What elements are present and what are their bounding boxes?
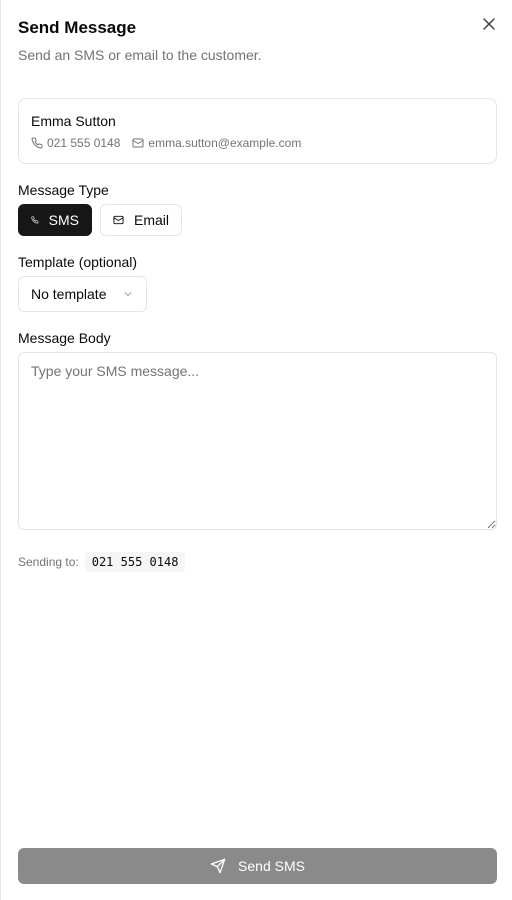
customer-email: emma.sutton@example.com	[132, 136, 301, 150]
send-icon	[210, 858, 226, 874]
template-select-value: No template	[31, 286, 107, 302]
sms-type-label: SMS	[48, 212, 79, 228]
sending-to-value: 021 555 0148	[84, 552, 186, 572]
dialog-subtitle: Send an SMS or email to the customer.	[18, 47, 262, 63]
message-body-label: Message Body	[18, 330, 111, 346]
phone-icon	[31, 216, 39, 224]
template-select[interactable]: No template	[18, 276, 147, 312]
customer-phone-text: 021 555 0148	[47, 136, 121, 150]
customer-name: Emma Sutton	[31, 113, 116, 129]
message-type-label: Message Type	[18, 182, 109, 198]
mail-icon	[113, 215, 124, 225]
email-type-button[interactable]: Email	[100, 204, 182, 236]
customer-card: Emma Sutton 021 555 0148 emma.sutton@exa…	[18, 98, 497, 164]
phone-icon	[31, 137, 43, 149]
chevron-down-icon	[124, 292, 132, 296]
customer-contact-row: 021 555 0148 emma.sutton@example.com	[31, 136, 313, 150]
sms-type-button[interactable]: SMS	[18, 204, 92, 236]
customer-phone: 021 555 0148	[31, 136, 120, 150]
send-message-dialog: Send Message Send an SMS or email to the…	[0, 0, 512, 900]
close-button[interactable]	[479, 14, 499, 34]
template-label: Template (optional)	[18, 254, 138, 270]
message-body-input[interactable]	[18, 352, 497, 530]
sending-to-row: Sending to: 021 555 0148	[18, 552, 186, 572]
sending-to-label: Sending to:	[18, 555, 79, 569]
dialog-title: Send Message	[18, 18, 137, 37]
close-icon	[483, 18, 495, 30]
send-sms-button[interactable]: Send SMS	[18, 848, 497, 884]
email-type-label: Email	[133, 212, 169, 228]
customer-email-text: emma.sutton@example.com	[148, 136, 302, 150]
send-button-label: Send SMS	[238, 858, 305, 874]
mail-icon	[132, 138, 144, 148]
